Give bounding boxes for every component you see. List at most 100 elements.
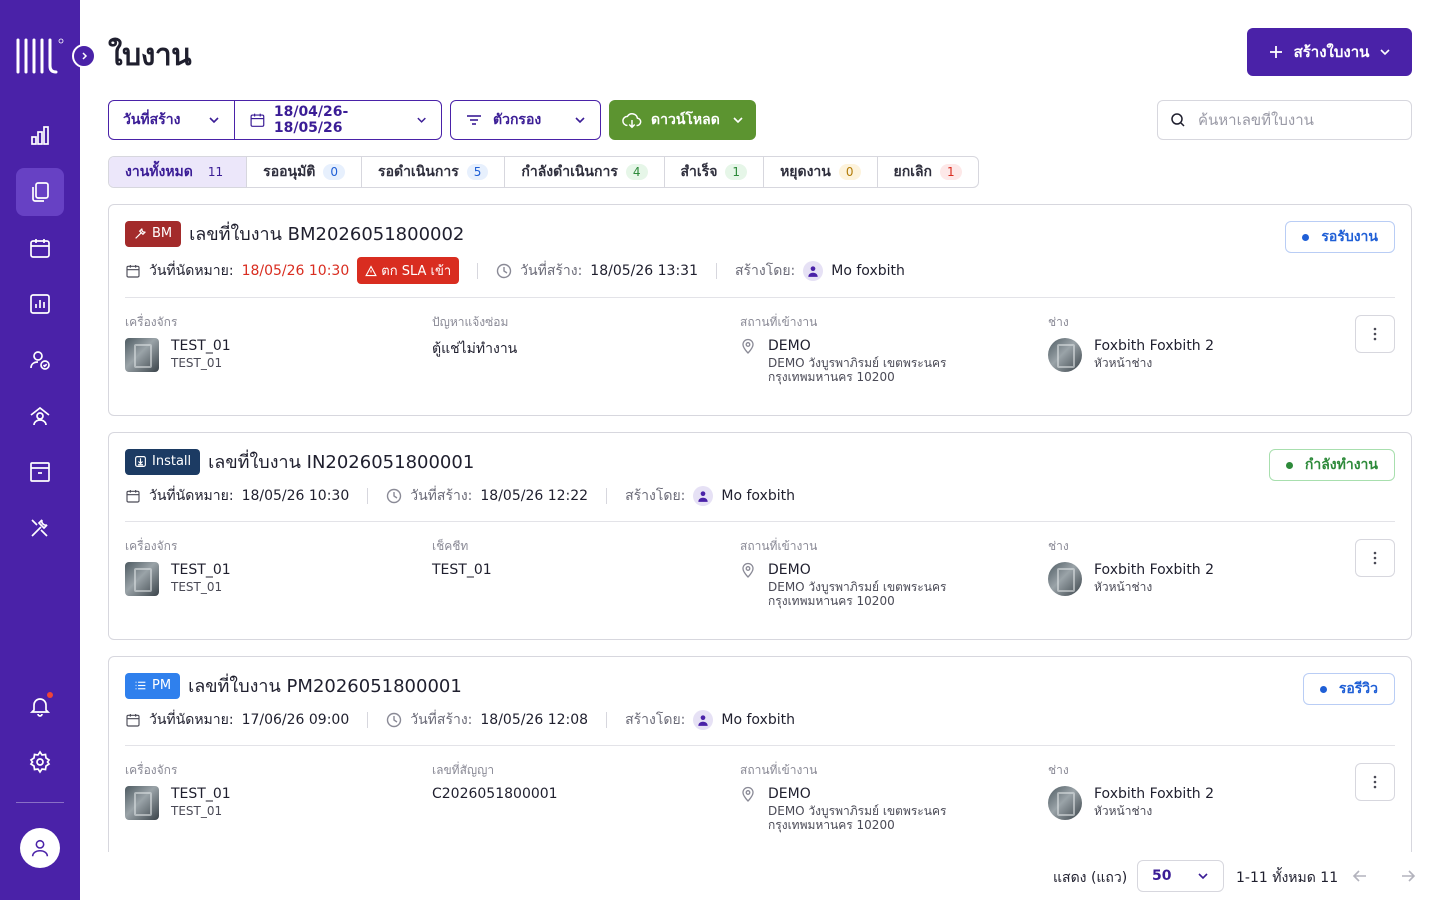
machine-label: เครื่องจักร (125, 763, 178, 777)
tab-cancelled[interactable]: ยกเลิก 1 (876, 157, 978, 187)
location-name: DEMO (768, 786, 811, 802)
date-range-picker[interactable]: 18/04/26-18/05/26 (234, 101, 441, 139)
more-actions-button[interactable] (1355, 539, 1395, 577)
sidebar-item-reports[interactable] (16, 280, 64, 328)
work-order-card[interactable]: Install เลขที่ใบงาน IN2026051800001 วันท… (108, 432, 1412, 640)
meta-separator (606, 712, 608, 728)
user-icon (808, 265, 818, 277)
tab-completed[interactable]: สำเร็จ 1 (663, 157, 764, 187)
type-tag-install: Install (125, 448, 201, 475)
chevron-down-icon (575, 117, 585, 124)
tab-label: รออนุมัติ (263, 164, 316, 180)
due-value: 18/05/26 10:30 (241, 262, 350, 279)
install-icon (135, 456, 146, 467)
tab-all[interactable]: งานทั้งหมด 11 (109, 157, 247, 187)
clock-icon (387, 488, 402, 504)
status-tabs: งานทั้งหมด 11 รออนุมัติ 0 รอดำเนินการ 5 กำล… (108, 156, 979, 188)
type-label: Install (152, 454, 192, 469)
work-order-card[interactable]: BM เลขที่ใบงาน BM2026051800002 วันที่นัด… (108, 204, 1412, 416)
tab-label: กำลังดำเนินการ (521, 164, 618, 180)
card-meta: วันที่นัดหมาย: 18/05/26 10:30 วันที่สร้า… (125, 485, 795, 507)
status-badge: รอรีวิว (1302, 673, 1395, 705)
technician-avatar (1048, 338, 1082, 372)
location-column: สถานที่เข้างาน DEMO DEMO วังบูรพาภิรมย์ เ… (740, 537, 1040, 608)
sidebar-item-archive[interactable] (16, 448, 64, 496)
filter-lines-icon (467, 115, 481, 125)
sidebar-item-technicians[interactable] (16, 392, 64, 440)
tab-label: สำเร็จ (680, 164, 718, 180)
tab-label: ยกเลิก (893, 164, 933, 180)
tab-paused[interactable]: หยุดงาน 0 (763, 157, 876, 187)
sidebar-item-tools[interactable] (16, 504, 64, 552)
status-label: รอรับงาน (1321, 229, 1378, 245)
more-vertical-icon (1373, 551, 1377, 565)
sidebar-item-users[interactable] (16, 336, 64, 384)
download-button[interactable]: ดาวน์โหลด (609, 100, 756, 140)
work-order-number[interactable]: เลขที่ใบงาน BM2026051800002 (189, 219, 464, 248)
more-actions-button[interactable] (1355, 763, 1395, 801)
creator-name: Mo foxbith (831, 262, 905, 279)
created-value: 18/05/26 12:22 (480, 488, 589, 504)
tab-count: 4 (625, 164, 648, 180)
sidebar-divider (16, 802, 64, 803)
date-type-select[interactable]: วันที่สร้าง (109, 101, 234, 139)
sidebar-item-dashboard[interactable] (16, 112, 64, 160)
location-address: DEMO วังบูรพาภิรมย์ เขตพระนคร กรุงเทพมหา… (768, 356, 947, 384)
tab-in-progress[interactable]: กำลังดำเนินการ 4 (504, 157, 663, 187)
created-by-label: สร้างโดย: (625, 488, 686, 504)
work-order-number[interactable]: เลขที่ใบงาน IN2026051800001 (208, 447, 474, 476)
sidebar-item-notifications[interactable] (16, 682, 64, 730)
card-meta: วันที่นัดหมาย: 17/06/26 09:00 วันที่สร้า… (125, 709, 795, 731)
prev-page-button[interactable] (1350, 866, 1370, 886)
sidebar-item-calendar[interactable] (16, 224, 64, 272)
arrow-left-icon (1352, 870, 1366, 882)
brand-logo[interactable] (14, 36, 64, 76)
location-pin-icon (742, 338, 754, 354)
machine-thumbnail (125, 338, 159, 372)
creator-name: Mo foxbith (721, 488, 795, 504)
machine-code: TEST_01 (171, 356, 223, 370)
technician-avatar (1048, 786, 1082, 820)
calendar-icon (126, 490, 140, 503)
status-dot (1319, 685, 1327, 693)
search-input[interactable] (1198, 111, 1388, 129)
meta-separator (715, 262, 717, 279)
status-badge: กำลังทำงาน (1268, 449, 1395, 481)
tab-waiting[interactable]: รอดำเนินการ 5 (361, 157, 504, 187)
due-label: วันที่นัดหมาย: (149, 262, 234, 279)
created-label: วันที่สร้าง: (520, 262, 583, 279)
search-icon (1171, 113, 1185, 127)
meta-separator (367, 488, 369, 504)
technician-label: ช่าง (1048, 763, 1069, 777)
tab-pending-approval[interactable]: รออนุมัติ 0 (246, 157, 361, 187)
location-label: สถานที่เข้างาน (740, 763, 818, 777)
sidebar-item-settings[interactable] (16, 738, 64, 786)
tab-label: หยุดงาน (780, 164, 831, 180)
house-user-icon (30, 406, 50, 426)
sidebar-item-work-orders[interactable] (16, 168, 64, 216)
archive-box-icon (30, 462, 50, 482)
user-avatar-button[interactable] (20, 828, 60, 868)
next-page-button[interactable] (1398, 866, 1418, 886)
technician-role: หัวหน้าช่าง (1094, 804, 1153, 818)
location-name: DEMO (768, 562, 811, 578)
work-order-card[interactable]: PM เลขที่ใบงาน PM2026051800001 วันที่นัด… (108, 656, 1412, 876)
meta-separator (477, 262, 479, 279)
due-value: 18/05/26 10:30 (241, 488, 350, 504)
more-actions-button[interactable] (1355, 315, 1395, 353)
create-work-order-button[interactable]: สร้างใบงาน (1247, 28, 1412, 76)
chevron-down-icon (209, 117, 219, 124)
page-title: ใบงาน (108, 38, 192, 73)
tab-label: งานทั้งหมด (125, 164, 193, 180)
range-text: 1-11 ทั้งหมด 11 (1236, 870, 1339, 886)
work-order-number[interactable]: เลขที่ใบงาน PM2026051800001 (188, 671, 462, 700)
rows-per-page-select[interactable]: 50 (1137, 860, 1224, 892)
sidebar-collapse-button[interactable] (72, 44, 96, 68)
user-icon (31, 839, 49, 857)
filter-button[interactable]: ตัวกรอง (450, 100, 601, 140)
location-column: สถานที่เข้างาน DEMO DEMO วังบูรพาภิรมย์ เ… (740, 761, 1040, 832)
due-label: วันที่นัดหมาย: (149, 488, 234, 504)
tab-count: 1 (725, 164, 748, 180)
second-column-value: ตู้แช่ไม่ทำงาน (432, 341, 518, 357)
download-button-label: ดาวน์โหลด (651, 112, 720, 128)
